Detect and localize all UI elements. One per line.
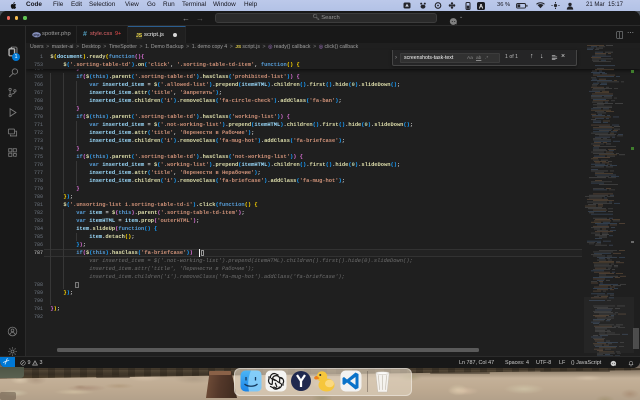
svg-text:php: php <box>33 33 39 37</box>
svg-text:A: A <box>479 4 484 10</box>
